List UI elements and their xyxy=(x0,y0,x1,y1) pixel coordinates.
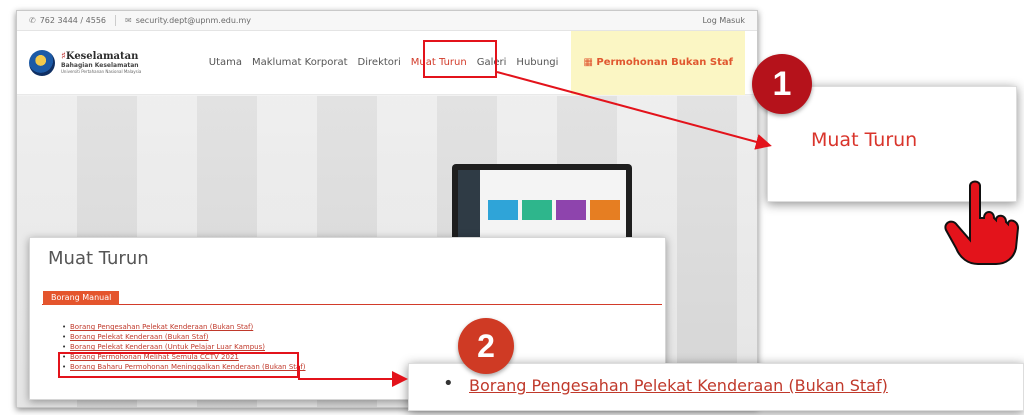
logo-title: ♯Keselamatan xyxy=(61,51,139,62)
tutorial-canvas: ✆ 762 3444 / 4556 ✉ security.dept@upnm.e… xyxy=(0,0,1024,415)
zoom-form-link[interactable]: Borang Pengesahan Pelekat Kenderaan (Buk… xyxy=(469,376,888,395)
site-logo[interactable]: ♯Keselamatan Bahagian Keselamatan Univer… xyxy=(29,49,142,76)
email-link[interactable]: security.dept@upnm.edu.my xyxy=(136,16,251,25)
highlight-form-links xyxy=(58,352,299,378)
nav-utama[interactable]: Utama xyxy=(204,31,247,95)
nav-direktori[interactable]: Direktori xyxy=(353,31,406,95)
university-seal-icon xyxy=(29,49,55,76)
bullet: • xyxy=(443,373,454,394)
step-2-badge: 2 xyxy=(458,318,514,374)
nav-hubungi[interactable]: Hubungi xyxy=(511,31,563,95)
form-link[interactable]: Borang Pengesahan Pelekat Kenderaan (Buk… xyxy=(62,322,306,332)
step-1-badge: 1 xyxy=(752,54,812,114)
zoom-label[interactable]: Muat Turun xyxy=(811,129,917,151)
page-title: Muat Turun xyxy=(48,248,149,269)
login-link[interactable]: Log Masuk xyxy=(702,16,745,25)
calendar-icon: ▦ xyxy=(583,56,597,68)
mail-icon: ✉ xyxy=(125,16,132,25)
pointer-hand-icon xyxy=(944,180,1020,265)
logo-tagline: Universiti Pertahanan Nasional Malaysia xyxy=(61,69,142,74)
top-bar: ✆ 762 3444 / 4556 ✉ security.dept@upnm.e… xyxy=(17,11,757,31)
divider xyxy=(115,15,117,26)
phone-icon: ✆ xyxy=(29,16,36,25)
nav-permohonan-button[interactable]: ▦ Permohonan Bukan Staf xyxy=(571,30,745,95)
site-header: ♯Keselamatan Bahagian Keselamatan Univer… xyxy=(17,30,757,95)
form-link[interactable]: Borang Pelekat Kenderaan (Bukan Staf) xyxy=(62,332,306,342)
logo-subtitle: Bahagian Keselamatan xyxy=(61,62,139,69)
tab-borang-manual[interactable]: Borang Manual xyxy=(43,291,120,305)
form-link[interactable]: Borang Pelekat Kenderaan (Untuk Pelajar … xyxy=(62,342,306,352)
highlight-muat-turun xyxy=(423,40,497,78)
nav-maklumat-korporat[interactable]: Maklumat Korporat xyxy=(247,31,353,95)
phone-number: 762 3444 / 4556 xyxy=(39,16,107,25)
zoom-callout-form-link: • Borang Pengesahan Pelekat Kenderaan (B… xyxy=(408,363,1024,411)
